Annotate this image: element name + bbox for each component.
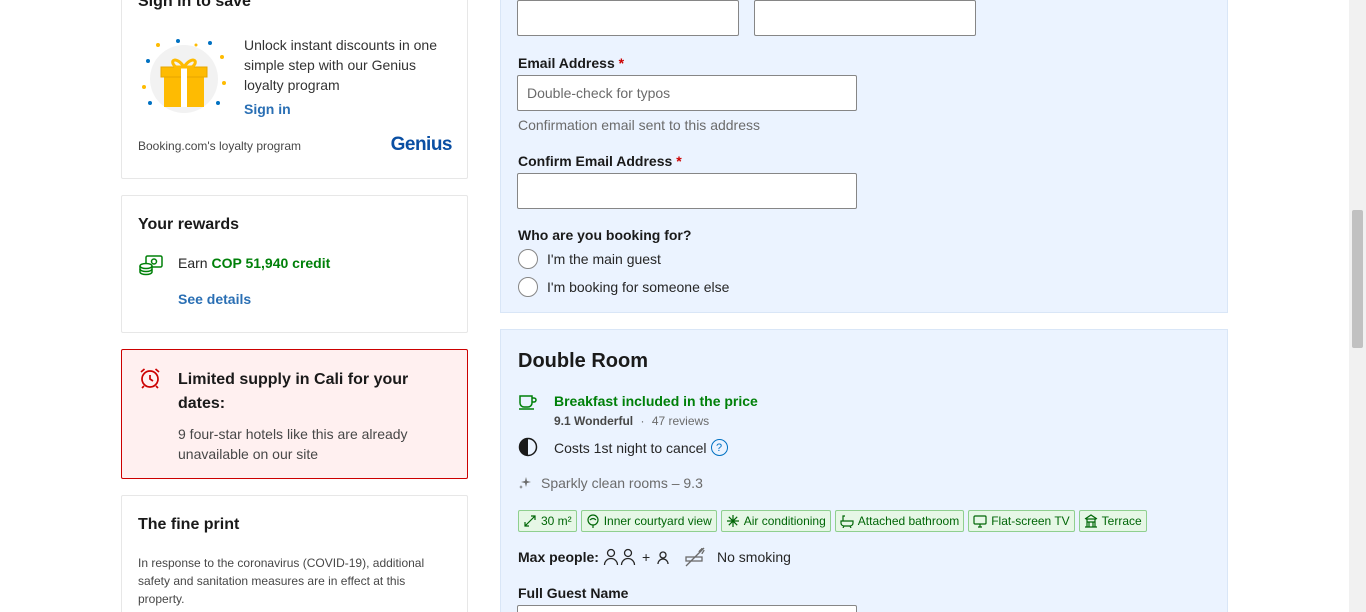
terrace-icon	[1084, 514, 1098, 528]
person-icon	[603, 548, 619, 566]
alarm-clock-icon	[140, 368, 160, 389]
tv-icon	[973, 515, 987, 528]
email-label: Email Address *	[518, 55, 624, 71]
facility-label: Attached bathroom	[857, 514, 960, 528]
rewards-card: Your rewards Earn COP 51,940 credit See …	[121, 195, 468, 333]
facility-label: Inner courtyard view	[603, 514, 712, 528]
review-count: 47 reviews	[651, 414, 710, 428]
person-icon	[620, 548, 636, 566]
coffee-cup-icon	[519, 395, 537, 410]
rewards-earn-text: Earn COP 51,940 credit	[178, 255, 330, 271]
fine-print-title: The fine print	[138, 516, 240, 533]
breakfast-included: Breakfast included in the price	[554, 393, 758, 409]
max-people-label: Max people:	[518, 549, 599, 565]
booking-page: Sign in to save Unlock instant discounts…	[0, 0, 1366, 612]
email-field[interactable]: Double-check for typos	[517, 75, 857, 111]
confirm-email-label: Confirm Email Address *	[518, 153, 682, 169]
full-guest-name-input[interactable]	[517, 605, 857, 612]
genius-sign-in-link[interactable]: Sign in	[244, 101, 291, 117]
facility-label: 30 m²	[541, 514, 572, 528]
no-smoking-text: No smoking	[717, 549, 791, 565]
size-icon	[524, 515, 536, 527]
fine-print-card: The fine print In response to the corona…	[121, 495, 468, 612]
sparkle-icon	[519, 477, 531, 489]
guest-details-panel: Email Address * Double-check for typos C…	[500, 0, 1228, 313]
genius-footer: Booking.com's loyalty program	[138, 139, 302, 153]
fine-print-text: In response to the coronavirus (COVID-19…	[138, 556, 425, 606]
required-mark: *	[676, 153, 682, 169]
radio-button[interactable]	[518, 277, 538, 297]
max-people-icons: +	[603, 548, 670, 566]
room-panel: Double Room Breakfast included in the pr…	[500, 329, 1228, 612]
genius-card: Sign in to save Unlock instant discounts…	[121, 0, 468, 179]
booking-for-label: Who are you booking for?	[518, 227, 692, 243]
facility-badge: Flat-screen TV	[968, 510, 1075, 532]
facility-badge: Terrace	[1078, 510, 1147, 532]
page-scrollbar[interactable]	[1349, 0, 1366, 612]
score-separator: ·	[640, 414, 645, 428]
rewards-earn-prefix: Earn	[178, 255, 208, 271]
rewards-title: Your rewards	[138, 216, 240, 233]
radio-label-main-guest: I'm the main guest	[547, 251, 661, 267]
facility-label: Air conditioning	[743, 514, 826, 528]
cancellation-text: Costs 1st night to cancel	[554, 439, 707, 456]
facility-badge: Inner courtyard view	[580, 510, 717, 532]
email-placeholder: Double-check for typos	[527, 85, 671, 101]
last-name-input[interactable]	[754, 0, 976, 36]
bath-icon	[840, 515, 854, 528]
score-label: 9.1 Wonderful	[554, 414, 634, 428]
facility-badge: 30 m²	[518, 510, 577, 532]
genius-logo: Genius	[390, 134, 453, 155]
genius-title: Sign in to save	[138, 0, 251, 10]
rewards-amount: COP 51,940 credit	[211, 255, 331, 271]
gift-icon	[142, 39, 226, 113]
see-details-link[interactable]: See details	[178, 291, 251, 307]
facility-badges: 30 m² Inner courtyard view Air condition…	[518, 510, 1147, 532]
email-label-text: Email Address	[518, 55, 615, 71]
facility-label: Terrace	[1101, 514, 1142, 528]
child-icon	[657, 551, 669, 565]
radio-button[interactable]	[518, 249, 538, 269]
confirm-email-label-text: Confirm Email Address	[518, 153, 673, 169]
radio-someone-else[interactable]: I'm booking for someone else	[518, 277, 729, 297]
full-guest-name-label: Full Guest Name	[518, 585, 629, 601]
help-icon[interactable]: ?	[710, 439, 728, 456]
limited-supply-alert: Limited supply in Cali for your dates: 9…	[121, 349, 468, 479]
limited-supply-title: Limited supply in Cali for your dates:	[178, 371, 409, 412]
first-name-input[interactable]	[517, 0, 739, 36]
facility-badge: Air conditioning	[720, 510, 831, 532]
plus-sign: +	[642, 549, 651, 565]
radio-main-guest[interactable]: I'm the main guest	[518, 249, 661, 269]
limited-supply-text: 9 four-star hotels like this are already…	[178, 426, 408, 462]
snowflake-icon	[726, 515, 739, 527]
sparkly-clean-text: Sparkly clean rooms – 9.3	[541, 475, 703, 491]
half-circle-icon	[518, 437, 538, 457]
courtyard-icon	[587, 514, 599, 528]
email-hint: Confirmation email sent to this address	[518, 117, 760, 133]
no-smoking-icon	[685, 547, 705, 567]
no-smoking-info: No smoking	[684, 546, 791, 568]
scrollbar-thumb[interactable]	[1352, 210, 1363, 348]
review-score: 9.1 Wonderful · 47 reviews	[554, 414, 709, 428]
confirm-email-field[interactable]	[517, 173, 857, 209]
radio-label-someone-else: I'm booking for someone else	[547, 279, 730, 295]
facility-badge: Attached bathroom	[834, 510, 965, 532]
genius-description: Unlock instant discounts in one simple s…	[244, 37, 437, 93]
room-title: Double Room	[518, 350, 648, 372]
cancellation-policy: Costs 1st night to cancel ?	[554, 439, 728, 456]
money-icon	[139, 255, 163, 276]
facility-label: Flat-screen TV	[991, 514, 1070, 528]
required-mark: *	[618, 55, 625, 71]
